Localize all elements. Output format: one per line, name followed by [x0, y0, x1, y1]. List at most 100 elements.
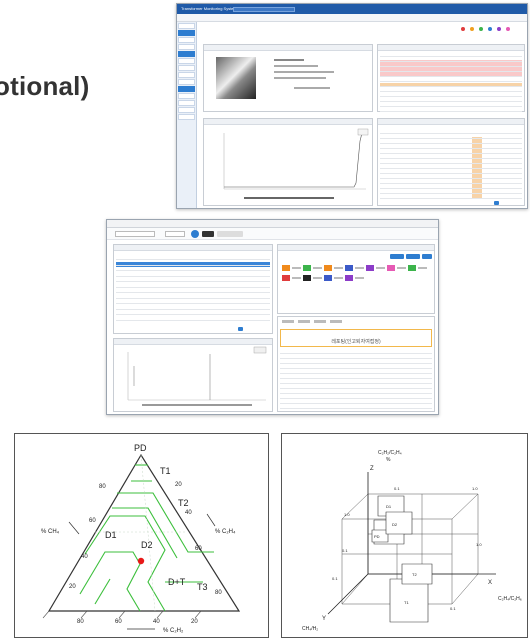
table-row[interactable]	[280, 356, 432, 359]
table-row[interactable]	[380, 54, 522, 57]
bottom-axis-label: % C₂H₂	[163, 628, 184, 634]
table-row[interactable]	[280, 371, 432, 374]
table-row[interactable]	[280, 361, 432, 364]
table-row[interactable]	[116, 318, 270, 321]
table-row[interactable]	[380, 64, 522, 67]
action-button[interactable]	[406, 254, 420, 259]
panel-header	[204, 119, 372, 125]
status-button-label	[313, 267, 322, 269]
table-row[interactable]	[280, 406, 432, 409]
table-row[interactable]	[380, 84, 522, 87]
pager-button[interactable]	[238, 327, 243, 331]
period-field[interactable]	[165, 231, 185, 237]
sidebar-item[interactable]	[178, 44, 195, 50]
table-row[interactable]	[380, 151, 522, 154]
table-row[interactable]	[280, 391, 432, 394]
table-row[interactable]	[116, 279, 270, 282]
table-row[interactable]	[116, 312, 270, 315]
pager-button[interactable]	[494, 201, 499, 205]
table-row[interactable]	[380, 181, 522, 184]
box-t-upper	[385, 511, 413, 535]
status-button[interactable]	[345, 265, 353, 271]
sample-point	[137, 557, 145, 565]
table-row[interactable]	[380, 131, 522, 134]
table-row[interactable]	[380, 79, 522, 82]
sidebar-item[interactable]	[178, 93, 195, 99]
query-button[interactable]	[202, 231, 214, 237]
table-row[interactable]	[116, 274, 270, 277]
table-row[interactable]	[380, 176, 522, 179]
table-row[interactable]	[280, 381, 432, 384]
table-row[interactable]	[380, 104, 522, 107]
table-row[interactable]	[116, 301, 270, 304]
table-row[interactable]	[116, 290, 270, 293]
sidebar-item[interactable]	[178, 65, 195, 71]
search-input[interactable]	[115, 231, 155, 237]
status-button[interactable]	[303, 275, 311, 281]
table-row[interactable]	[280, 386, 432, 389]
table-row[interactable]	[116, 307, 270, 310]
status-button[interactable]	[282, 265, 290, 271]
table-row[interactable]	[380, 136, 522, 139]
table-row[interactable]	[380, 161, 522, 164]
table-row[interactable]	[380, 141, 522, 144]
sidebar-item[interactable]	[178, 23, 195, 29]
table-row[interactable]	[380, 166, 522, 169]
monitoring-screenshot-2: 레포팅(인고퇴자여접정)	[106, 219, 439, 415]
status-button[interactable]	[366, 265, 374, 271]
action-button[interactable]	[390, 254, 404, 259]
status-button[interactable]	[408, 265, 416, 271]
sidebar-item[interactable]	[178, 100, 195, 106]
table-row[interactable]	[116, 263, 270, 266]
table-row[interactable]	[280, 401, 432, 404]
table-row[interactable]	[116, 268, 270, 271]
table-row[interactable]	[380, 59, 522, 62]
table-row[interactable]	[280, 376, 432, 379]
search-button[interactable]	[191, 230, 199, 238]
export-button[interactable]	[217, 231, 243, 237]
table-row[interactable]	[380, 156, 522, 159]
table-row[interactable]	[380, 191, 522, 194]
table-row[interactable]	[116, 285, 270, 288]
table-row[interactable]	[280, 366, 432, 369]
left-axis-arrow	[68, 521, 80, 535]
sidebar-item[interactable]	[178, 114, 195, 120]
action-button[interactable]	[422, 254, 432, 259]
gas-ratio-cube-panel: Z X Y C₂H₂/C₂H₄ % C₂H₄/C₂H₆ CH₄/H₂ D1 D2…	[281, 433, 528, 638]
duval-triangle-diagram: PD T1 T2 T3 D1 D2 D+T % CH₄ % C₂H₄ % C₂H…	[41, 443, 241, 634]
table-row[interactable]	[380, 186, 522, 189]
sidebar-item-active[interactable]	[178, 30, 195, 36]
apex-label: PD	[134, 443, 147, 453]
table-row[interactable]	[380, 89, 522, 92]
sidebar-item-active[interactable]	[178, 86, 195, 92]
section-heading: otional)	[0, 71, 90, 101]
table-row[interactable]	[380, 99, 522, 102]
table-row[interactable]	[380, 109, 522, 112]
table-row[interactable]	[280, 396, 432, 399]
box-label-t1: T1	[404, 600, 409, 605]
table-row[interactable]	[380, 146, 522, 149]
status-button[interactable]	[345, 275, 353, 281]
sidebar-item[interactable]	[178, 107, 195, 113]
table-row[interactable]	[116, 257, 270, 260]
panel-header	[378, 45, 524, 51]
table-row[interactable]	[380, 196, 522, 199]
sidebar-item[interactable]	[178, 37, 195, 43]
status-button[interactable]	[387, 265, 395, 271]
sidebar-item[interactable]	[178, 79, 195, 85]
table-row[interactable]	[380, 94, 522, 97]
table-row[interactable]	[380, 171, 522, 174]
status-button[interactable]	[324, 275, 332, 281]
status-button[interactable]	[282, 275, 290, 281]
sidebar-item[interactable]	[178, 72, 195, 78]
detail-chart	[127, 346, 267, 406]
status-button[interactable]	[303, 265, 311, 271]
sidebar-item[interactable]	[178, 58, 195, 64]
title-tab[interactable]	[233, 7, 295, 12]
sidebar-item-active[interactable]	[178, 51, 195, 57]
table-row[interactable]	[380, 74, 522, 77]
table-row[interactable]	[280, 351, 432, 354]
status-button[interactable]	[324, 265, 332, 271]
table-row[interactable]	[380, 69, 522, 72]
table-row[interactable]	[116, 296, 270, 299]
